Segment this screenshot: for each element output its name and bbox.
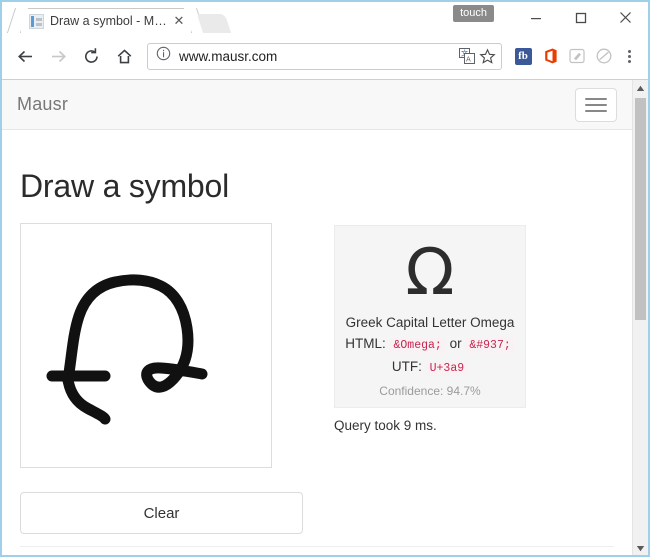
site-info-icon[interactable] xyxy=(156,46,171,66)
utf-codepoint: U+3a9 xyxy=(425,361,469,376)
reload-button[interactable] xyxy=(77,42,105,70)
query-time-text: Query took 9 ms. xyxy=(334,418,437,433)
canvas-column: Clear xyxy=(20,223,320,534)
home-icon xyxy=(117,48,131,63)
maximize-icon xyxy=(575,12,586,23)
translate-icon[interactable]: 文 A xyxy=(459,48,475,64)
clear-button[interactable]: Clear xyxy=(20,492,303,534)
block-circle-icon xyxy=(596,48,612,64)
back-button[interactable] xyxy=(11,42,39,70)
footer-divider xyxy=(20,546,614,547)
tab-title: Draw a symbol - Mausr xyxy=(50,14,171,28)
home-button[interactable] xyxy=(110,42,138,70)
content-row: Clear Ω Greek Capital Letter Omega HTML:… xyxy=(20,223,614,534)
scroll-down-icon[interactable] xyxy=(633,540,648,555)
result-glyph: Ω xyxy=(405,236,455,310)
close-icon xyxy=(620,12,631,23)
facebook-icon: fb xyxy=(514,47,532,65)
browser-window: Draw a symbol - Mausr ✕ touch www.mausr.… xyxy=(0,0,650,557)
drawing-canvas[interactable] xyxy=(20,223,272,468)
extension-office-button[interactable] xyxy=(537,43,563,69)
extension-facebook-button[interactable]: fb xyxy=(510,43,536,69)
html-entity-numeric: &#937; xyxy=(465,338,515,353)
scroll-up-icon[interactable] xyxy=(633,80,648,96)
window-controls xyxy=(513,2,648,33)
close-tab-icon[interactable]: ✕ xyxy=(171,13,187,29)
result-column: Ω Greek Capital Letter Omega HTML: &Omeg… xyxy=(320,223,614,435)
web-page: Mausr Draw a symbol Clear Ω Greek Capita… xyxy=(2,80,632,555)
browser-tab[interactable]: Draw a symbol - Mausr ✕ xyxy=(6,8,206,33)
confidence-text: Confidence: 94.7% xyxy=(379,384,481,398)
utf-label: UTF: xyxy=(391,359,422,374)
address-bar-url[interactable]: www.mausr.com xyxy=(179,49,455,64)
site-navbar: Mausr xyxy=(2,80,632,130)
minimize-icon xyxy=(530,17,541,19)
drawn-stroke xyxy=(46,274,208,425)
html-or-text: or xyxy=(449,336,462,351)
hamburger-bar xyxy=(585,109,607,112)
page-title: Draw a symbol xyxy=(20,168,230,204)
extension-block-button[interactable] xyxy=(591,43,617,69)
title-bar: Draw a symbol - Mausr ✕ touch xyxy=(2,2,648,33)
hamburger-bar xyxy=(585,97,607,100)
page-viewport: Mausr Draw a symbol Clear Ω Greek Capita… xyxy=(2,80,648,555)
back-arrow-icon xyxy=(17,50,32,62)
mausr-favicon xyxy=(29,13,44,29)
address-bar[interactable]: www.mausr.com 文 A xyxy=(147,42,502,70)
menu-dot xyxy=(627,59,631,63)
touch-mode-badge: touch xyxy=(453,5,494,22)
forward-button xyxy=(44,42,72,70)
minimize-button[interactable] xyxy=(513,2,558,33)
new-tab-button[interactable] xyxy=(196,14,232,33)
menu-dot xyxy=(627,49,631,53)
html-entity-named: &Omega; xyxy=(389,338,446,353)
tab-shape-left xyxy=(6,8,29,33)
result-symbol-name: Greek Capital Letter Omega xyxy=(345,315,515,330)
office-icon xyxy=(545,48,557,64)
result-card: Ω Greek Capital Letter Omega HTML: &Omeg… xyxy=(334,225,526,408)
forward-arrow-icon xyxy=(51,50,66,62)
hamburger-menu-icon[interactable] xyxy=(575,87,617,122)
site-brand[interactable]: Mausr xyxy=(17,94,68,115)
close-window-button[interactable] xyxy=(603,2,648,33)
svg-text:A: A xyxy=(466,56,471,64)
reload-icon xyxy=(84,47,98,63)
browser-menu-button[interactable] xyxy=(619,49,639,63)
bookmark-star-icon[interactable] xyxy=(479,47,496,65)
scrollbar-thumb[interactable] xyxy=(635,98,646,320)
page-scrollbar[interactable] xyxy=(632,80,648,555)
result-html-line: HTML: &Omega; or &#937; xyxy=(343,335,517,355)
maximize-button[interactable] xyxy=(558,2,603,33)
html-label: HTML: xyxy=(345,336,386,351)
extension-edit-button[interactable] xyxy=(564,43,590,69)
page-container: Draw a symbol Clear Ω Greek Capital Lett… xyxy=(2,168,632,534)
edit-pencil-icon xyxy=(569,48,585,64)
hamburger-bar xyxy=(585,103,607,106)
menu-dot xyxy=(627,54,631,58)
browser-toolbar: www.mausr.com 文 A fb xyxy=(2,33,648,80)
result-utf-line: UTF: U+3a9 xyxy=(343,358,517,378)
